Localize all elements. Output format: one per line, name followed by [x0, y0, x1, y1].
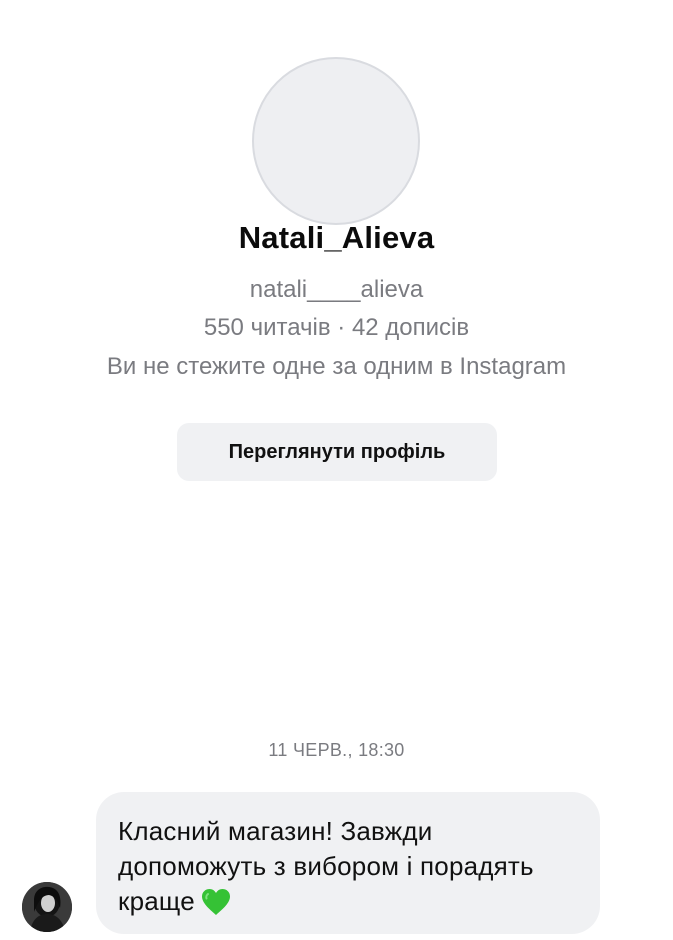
sender-avatar[interactable]: [22, 882, 72, 932]
green-heart-svg: [201, 889, 230, 915]
message-content: Класний магазин! Завжди допоможуть з виб…: [118, 814, 576, 925]
message-row: Класний магазин! Завжди допоможуть з виб…: [0, 792, 673, 940]
follow-status-note: Ви не стежите одне за одним в Instagram: [106, 353, 567, 380]
view-profile-button[interactable]: Переглянути профіль: [177, 423, 497, 481]
profile-display-name: Natali_Alieva: [238, 220, 435, 255]
message-bubble[interactable]: Класний магазин! Завжди допоможуть з виб…: [96, 792, 600, 934]
sender-avatar-photo: [22, 882, 72, 932]
message-text: Класний магазин! Завжди допоможуть з виб…: [118, 816, 534, 916]
chat-screen: Natali_Alieva natali____alieva 550 читач…: [0, 0, 673, 940]
profile-stats: 550 читачів · 42 дописів: [203, 314, 470, 341]
green-heart-icon: [201, 888, 231, 925]
profile-avatar[interactable]: [252, 57, 420, 225]
profile-username: natali____alieva: [249, 276, 424, 303]
message-timestamp: 11 ЧЕРВ., 18:30: [268, 740, 405, 760]
